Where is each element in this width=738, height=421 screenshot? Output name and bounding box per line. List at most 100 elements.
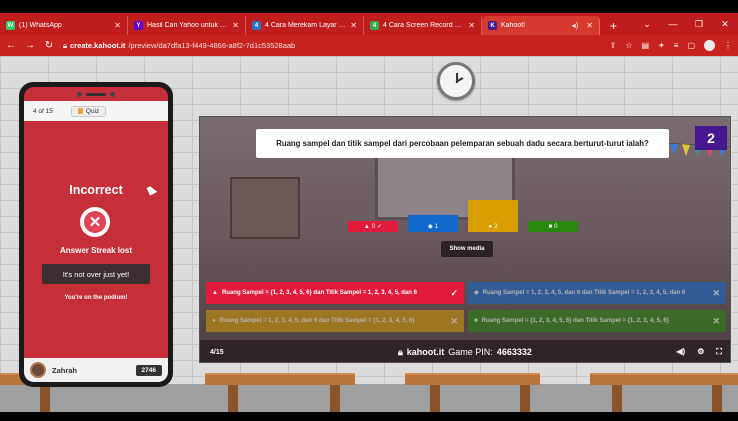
wall-clock-icon: [437, 62, 475, 100]
tab-kahoot[interactable]: K Kahoot! ◂) ✕: [482, 16, 600, 35]
wrong-x-icon: ✕: [450, 315, 458, 326]
check-icon: ✓: [377, 224, 383, 230]
quiz-icon: [77, 108, 83, 114]
classroom-board: [230, 177, 300, 239]
result-count: 2: [494, 223, 498, 230]
desk-leg: [612, 385, 622, 412]
lock-icon: 🔒︎: [63, 40, 67, 50]
answer-text: Ruang Sampel = {1, 2, 3, 4, 5, 6} dan Ti…: [481, 317, 669, 324]
game-pin: 🔒︎ kahoot.it Game PIN: 4663332: [398, 340, 532, 362]
back-arrow-icon[interactable]: ←: [6, 40, 16, 51]
site-icon: 4: [370, 21, 379, 30]
close-window-icon[interactable]: ✕: [712, 19, 738, 30]
speaker-icon[interactable]: ◂): [572, 21, 579, 30]
result-bar-circle: ● 2: [468, 199, 518, 232]
minimize-icon[interactable]: —: [660, 19, 686, 29]
phone-screen: 4 of 15 Quiz Incorrect ✕ Answer Streak l…: [24, 87, 168, 382]
brand-text: kahoot.it: [406, 347, 445, 357]
triangle-icon: ▲: [363, 223, 370, 230]
answer-results-chart: ▲ 0 ✓ ◆ 1 ● 2 ■ 0: [348, 194, 628, 232]
fullscreen-icon[interactable]: ⛶: [716, 347, 722, 357]
diamond-icon: ◆: [428, 224, 433, 230]
close-tab-icon[interactable]: ✕: [350, 21, 357, 30]
square-icon: ■: [548, 223, 553, 230]
document-icon[interactable]: ▤: [642, 41, 650, 50]
desk-leg: [430, 385, 440, 412]
lock-icon: 🔒︎: [398, 346, 403, 357]
question-number-badge: 2: [695, 126, 727, 150]
desk: [405, 373, 540, 385]
desk-leg: [228, 385, 238, 412]
url-field[interactable]: 🔒︎ create.kahoot.it/preview/da7dfa13-f44…: [63, 41, 601, 51]
square-icon: ■: [474, 317, 478, 324]
correct-check-icon: ✓: [450, 287, 458, 298]
answer-option-diamond: ◆ Ruang Sampel = 1, 2, 3, 4, 5, dan 6 da…: [468, 282, 726, 304]
answer-option-circle: ● Ruang Sampel = 1, 2, 3, 4, 5, dan 6 da…: [206, 310, 464, 332]
result-bar-diamond: ◆ 1: [408, 214, 458, 232]
progress-counter: 4/15: [210, 348, 224, 356]
forward-arrow-icon[interactable]: →: [25, 40, 35, 51]
streak-text: Answer Streak lost: [59, 246, 133, 255]
bookmark-star-icon[interactable]: ☆: [625, 41, 632, 50]
podium-text: You're on the podium!: [64, 295, 128, 301]
desk-leg: [520, 385, 530, 412]
tab-label: 4 Cara Merekam Layar Laptop: [265, 22, 347, 29]
url-path: /preview/da7dfa13-f449-4866-a8f2-7d1c535…: [128, 41, 296, 50]
menu-icon[interactable]: ⋮: [724, 41, 732, 50]
desk: [590, 373, 738, 385]
show-media-button[interactable]: Show media: [441, 241, 493, 257]
tab-search-icon[interactable]: ⌄: [634, 19, 660, 30]
volume-icon[interactable]: ◀): [676, 347, 685, 357]
quiz-badge: Quiz: [70, 105, 107, 117]
floor: [0, 384, 738, 412]
tab-label: Kahoot!: [501, 22, 526, 29]
site-icon: 4: [252, 21, 261, 30]
pin-value: 4663332: [496, 347, 532, 357]
settings-gear-icon[interactable]: ⚙: [697, 347, 704, 357]
desk: [205, 373, 355, 385]
yahoo-icon: Y: [134, 21, 143, 30]
pin-label: Game PIN:: [448, 347, 493, 357]
restore-icon[interactable]: ❐: [686, 19, 712, 30]
wrong-x-icon: ✕: [712, 315, 720, 326]
reload-icon[interactable]: ↻: [44, 40, 54, 51]
side-panel-icon[interactable]: ▢: [687, 41, 695, 50]
desk-leg: [712, 385, 722, 412]
result-count: 1: [434, 223, 438, 230]
wrong-x-icon: ✕: [712, 287, 720, 298]
incorrect-x-icon: ✕: [80, 207, 110, 237]
phone-header: 4 of 15 Quiz: [24, 101, 168, 121]
tab-screen-record[interactable]: 4 4 Cara Screen Record di Lapt ✕: [364, 16, 482, 35]
answer-text: Ruang Sampel = 1, 2, 3, 4, 5, dan 6 dan …: [482, 289, 686, 296]
toolbar-icons: ⇪ ☆ ▤ ✦ ≡ ▢ ⋮: [610, 40, 732, 51]
tab-yahoo[interactable]: Y Hasil Cari Yahoo untuk cara m ✕: [128, 16, 246, 35]
tab-whatsapp[interactable]: W (1) WhatsApp ✕: [0, 16, 128, 35]
screen: W (1) WhatsApp ✕ Y Hasil Cari Yahoo untu…: [0, 0, 738, 421]
triangle-icon: ▲: [212, 289, 218, 296]
result-title: Incorrect: [69, 183, 123, 197]
close-tab-icon[interactable]: ✕: [468, 21, 475, 30]
player-avatar: [30, 362, 46, 378]
browser-tabstrip: W (1) WhatsApp ✕ Y Hasil Cari Yahoo untu…: [0, 13, 738, 35]
close-tab-icon[interactable]: ✕: [114, 21, 121, 30]
tab-label: (1) WhatsApp: [19, 22, 62, 29]
result-count: 0: [371, 223, 376, 230]
share-icon[interactable]: ⇪: [610, 41, 617, 50]
host-board: Ruang sampel dan titik sampel dari perco…: [199, 116, 731, 363]
extensions-icon[interactable]: ✦: [658, 41, 665, 50]
whatsapp-icon: W: [6, 21, 15, 30]
player-phone-preview: 4 of 15 Quiz Incorrect ✕ Answer Streak l…: [19, 82, 173, 387]
address-bar: ← → ↻ 🔒︎ create.kahoot.it/preview/da7dfa…: [0, 35, 738, 56]
close-tab-icon[interactable]: ✕: [232, 21, 239, 30]
reading-list-icon[interactable]: ≡: [674, 41, 679, 50]
new-tab-button[interactable]: +: [600, 16, 627, 35]
phone-notch: [42, 90, 150, 98]
tab-label: Hasil Cari Yahoo untuk cara m: [147, 22, 228, 29]
profile-avatar[interactable]: [704, 40, 715, 51]
desk-leg: [40, 385, 50, 412]
result-count: 0: [554, 223, 558, 230]
top-letterbox: [0, 0, 738, 13]
tab-merekam-layar[interactable]: 4 4 Cara Merekam Layar Laptop ✕: [246, 16, 364, 35]
desk-leg: [330, 385, 340, 412]
close-tab-icon[interactable]: ✕: [586, 21, 593, 30]
